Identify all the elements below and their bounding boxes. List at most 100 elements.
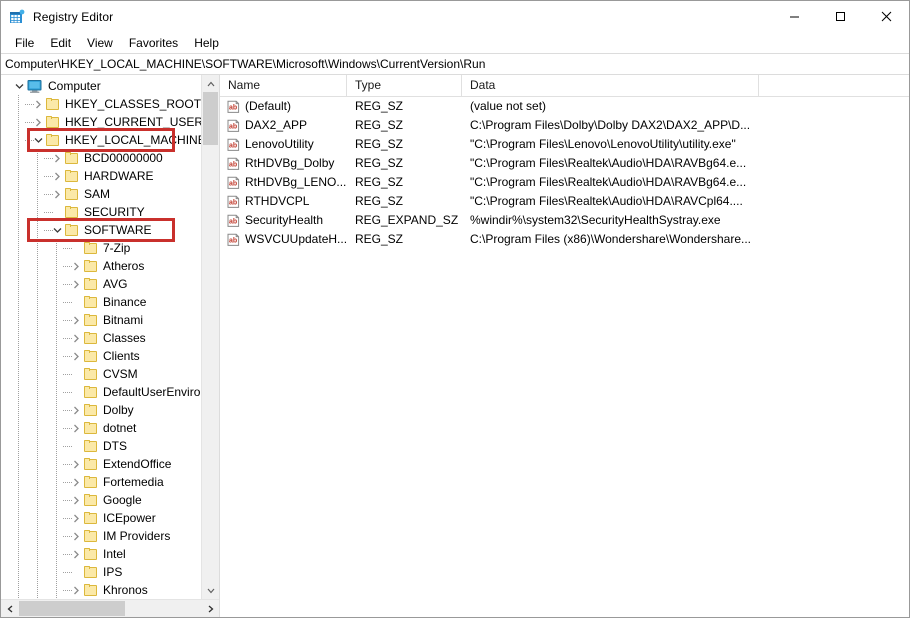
tree-guide-line	[18, 95, 19, 113]
tree-item-computer[interactable]: Computer	[1, 77, 219, 95]
tree-guide-line	[18, 419, 19, 437]
chevron-down-icon[interactable]	[11, 77, 27, 95]
tree-item-classes[interactable]: Classes	[1, 329, 219, 347]
column-header-name[interactable]: Name	[220, 75, 347, 96]
value-name-cell: ab RtHDVBg_Dolby	[220, 154, 347, 173]
column-header-type[interactable]: Type	[347, 75, 462, 96]
tree-item-dts[interactable]: DTS	[1, 437, 219, 455]
menu-item-help[interactable]: Help	[186, 34, 227, 52]
tree-item-label: IPS	[103, 563, 122, 581]
table-row[interactable]: abWSVCUUpdateH...REG_SZC:\Program Files …	[220, 230, 909, 249]
table-row[interactable]: abLenovoUtilityREG_SZ"C:\Program Files\L…	[220, 135, 909, 154]
folder-icon	[84, 350, 98, 362]
tree-item-extendoffice[interactable]: ExtendOffice	[1, 455, 219, 473]
tree-item-label: Bitnami	[103, 311, 143, 329]
scroll-left-icon[interactable]	[1, 600, 18, 617]
tree-item-google[interactable]: Google	[1, 491, 219, 509]
tree-guide-line	[56, 491, 57, 509]
tree-item-khronos[interactable]: Khronos	[1, 581, 219, 599]
tree-guide-line	[18, 167, 19, 185]
value-name: DAX2_APP	[245, 116, 307, 135]
tree-item-binance[interactable]: Binance	[1, 293, 219, 311]
tree-guide-line	[37, 455, 38, 473]
scroll-down-icon[interactable]	[202, 582, 219, 599]
tree-guide-line	[56, 329, 57, 347]
tree-item-label: Atheros	[103, 257, 144, 275]
tree-hscroll-thumb[interactable]	[19, 601, 125, 616]
tree-item-software[interactable]: SOFTWARE	[1, 221, 219, 239]
tree-item-cvsm[interactable]: CVSM	[1, 365, 219, 383]
tree-scroll-thumb[interactable]	[203, 92, 218, 145]
tree-item-avg[interactable]: AVG	[1, 275, 219, 293]
svg-text:ab: ab	[229, 237, 237, 244]
tree-guide-line	[37, 239, 38, 257]
tree-guide-line	[56, 509, 57, 527]
tree-guide-line	[56, 527, 57, 545]
table-row[interactable]: abRTHDVCPLREG_SZ"C:\Program Files\Realte…	[220, 192, 909, 211]
table-row[interactable]: ab(Default)REG_SZ(value not set)	[220, 97, 909, 116]
tree-item-icepower[interactable]: ICEpower	[1, 509, 219, 527]
tree-item-fortemedia[interactable]: Fortemedia	[1, 473, 219, 491]
tree-item-label: 7-Zip	[103, 239, 130, 257]
tree-item-dolby[interactable]: Dolby	[1, 401, 219, 419]
tree-guide-tick	[44, 212, 54, 213]
maximize-button[interactable]	[817, 1, 863, 32]
tree-item-hkey-local-machine[interactable]: HKEY_LOCAL_MACHINE	[1, 131, 219, 149]
value-data-cell: C:\Program Files\Dolby\Dolby DAX2\DAX2_A…	[462, 116, 909, 135]
table-row[interactable]: abSecurityHealthREG_EXPAND_SZ%windir%\sy…	[220, 211, 909, 230]
tree-item-atheros[interactable]: Atheros	[1, 257, 219, 275]
tree-horizontal-scrollbar[interactable]	[1, 599, 219, 617]
menu-item-view[interactable]: View	[79, 34, 121, 52]
address-path: Computer\HKEY_LOCAL_MACHINE\SOFTWARE\Mic…	[5, 57, 485, 71]
folder-icon	[65, 224, 79, 236]
minimize-button[interactable]	[771, 1, 817, 32]
value-type-cell: REG_EXPAND_SZ	[347, 211, 462, 230]
menu-item-edit[interactable]: Edit	[42, 34, 79, 52]
string-value-icon: ab	[227, 195, 240, 209]
tree-item-bitnami[interactable]: Bitnami	[1, 311, 219, 329]
tree-item-label: Google	[103, 491, 142, 509]
tree-item-label: Fortemedia	[103, 473, 164, 491]
close-button[interactable]	[863, 1, 909, 32]
menu-item-favorites[interactable]: Favorites	[121, 34, 186, 52]
tree-item-dotnet[interactable]: dotnet	[1, 419, 219, 437]
tree-item-defaultuserenvironn[interactable]: DefaultUserEnvironn	[1, 383, 219, 401]
tree-item-label: Computer	[48, 77, 101, 95]
tree-item-hkey-current-user[interactable]: HKEY_CURRENT_USER	[1, 113, 219, 131]
string-value-icon: ab	[227, 157, 240, 171]
tree-item-intel[interactable]: Intel	[1, 545, 219, 563]
value-data-cell: %windir%\system32\SecurityHealthSystray.…	[462, 211, 909, 230]
table-row[interactable]: abRtHDVBg_LENO...REG_SZ"C:\Program Files…	[220, 173, 909, 192]
tree-guide-line	[18, 131, 19, 149]
scroll-up-icon[interactable]	[202, 75, 219, 92]
values-list-header: Name Type Data	[220, 75, 909, 97]
tree-item-hardware[interactable]: HARDWARE	[1, 167, 219, 185]
scroll-right-icon[interactable]	[202, 600, 219, 617]
tree-guide-line	[18, 563, 19, 581]
tree-item-label: SECURITY	[84, 203, 145, 221]
table-row[interactable]: abRtHDVBg_DolbyREG_SZ"C:\Program Files\R…	[220, 154, 909, 173]
string-value-icon: ab	[227, 100, 240, 114]
tree-item-security[interactable]: SECURITY	[1, 203, 219, 221]
string-value-icon: ab	[227, 233, 240, 247]
column-header-data[interactable]: Data	[462, 75, 759, 96]
table-row[interactable]: abDAX2_APPREG_SZC:\Program Files\Dolby\D…	[220, 116, 909, 135]
value-name-cell: abRTHDVCPL	[220, 192, 347, 211]
tree-guide-line	[37, 149, 38, 167]
tree-vertical-scrollbar[interactable]	[201, 75, 219, 599]
tree-item-hkey-classes-root[interactable]: HKEY_CLASSES_ROOT	[1, 95, 219, 113]
tree-item-ips[interactable]: IPS	[1, 563, 219, 581]
tree-item-sam[interactable]: SAM	[1, 185, 219, 203]
tree-item-7-zip[interactable]: 7-Zip	[1, 239, 219, 257]
folder-icon	[84, 404, 98, 416]
address-bar[interactable]: Computer\HKEY_LOCAL_MACHINE\SOFTWARE\Mic…	[1, 53, 909, 75]
tree-item-im-providers[interactable]: IM Providers	[1, 527, 219, 545]
tree-guide-tick	[63, 338, 73, 339]
tree-guide-line	[18, 113, 19, 131]
tree-guide-line	[18, 311, 19, 329]
menu-item-file[interactable]: File	[7, 34, 42, 52]
value-name: RtHDVBg_Dolby	[245, 154, 334, 173]
tree-item-clients[interactable]: Clients	[1, 347, 219, 365]
tree-item-bcd00000000[interactable]: BCD00000000	[1, 149, 219, 167]
value-type-cell: REG_SZ	[347, 154, 462, 173]
